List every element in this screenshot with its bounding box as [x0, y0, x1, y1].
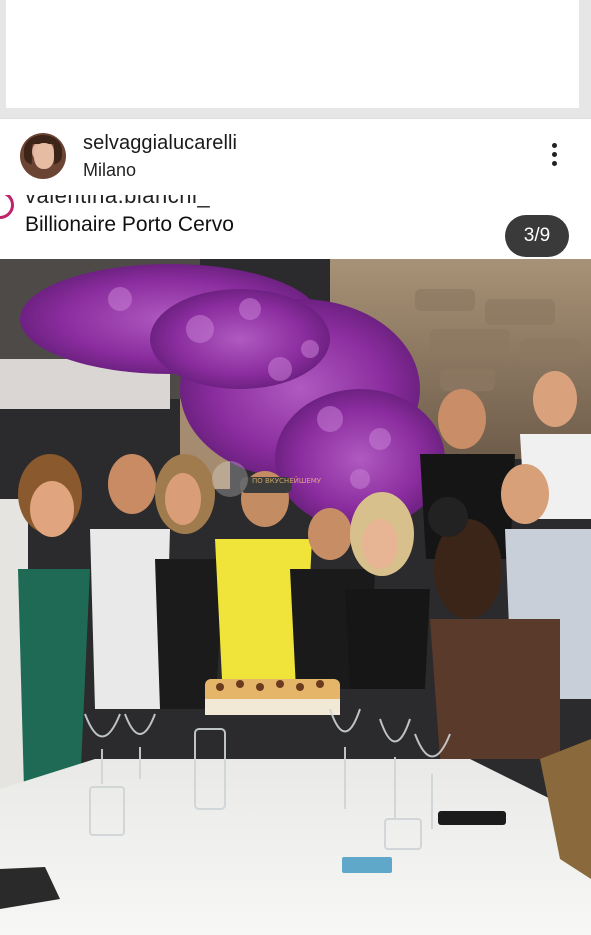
caption-band: valentina.bianchi_ Billionaire Porto Cer… [0, 195, 591, 259]
previous-post-card [6, 0, 579, 108]
watermark-logo [212, 461, 248, 497]
avatar[interactable] [20, 133, 66, 179]
username[interactable]: selvaggialucarelli [83, 132, 237, 155]
watermark-text: ПО ВКУСНЕЙШЕМУ [252, 476, 322, 485]
more-vertical-icon[interactable] [544, 143, 564, 171]
tag-avatar-ring [0, 195, 14, 219]
phone-on-table [438, 811, 506, 825]
cigarette-pack [342, 857, 392, 873]
birthday-cake [205, 679, 340, 715]
post-header: selvaggialucarelli Milano [0, 118, 591, 196]
tagged-user-text[interactable]: valentina.bianchi_ [25, 195, 210, 209]
location[interactable]: Milano [83, 160, 136, 181]
post-photo[interactable]: ПО ВКУСНЕЙШЕМУ [0, 259, 591, 935]
caption-place: Billionaire Porto Cervo [25, 213, 234, 236]
table [0, 759, 591, 935]
carousel-counter: 3/9 [505, 215, 569, 257]
